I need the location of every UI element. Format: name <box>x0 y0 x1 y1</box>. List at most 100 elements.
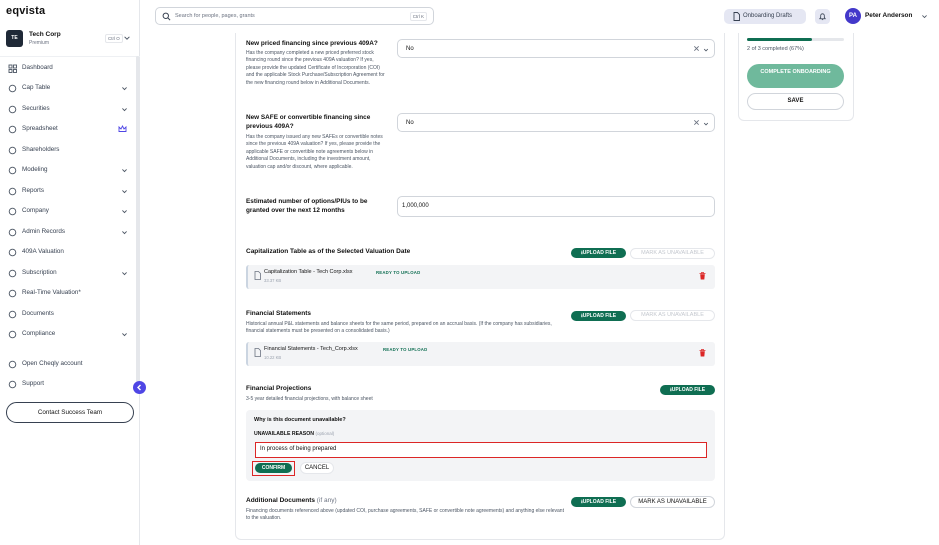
sidebar-item-shareholders[interactable]: Shareholders <box>8 144 128 158</box>
reports-icon <box>8 187 17 196</box>
sidebar-item-documents[interactable]: Documents <box>8 308 128 322</box>
priced-financing-help: Has the company completed a new priced p… <box>246 50 385 86</box>
onboarding-drafts-button[interactable]: Onboarding Drafts <box>724 9 806 24</box>
priced-financing-select[interactable]: No <box>397 39 715 58</box>
additional-documents-mark-unavailable-button[interactable]: MARK AS UNAVAILABLE <box>630 496 715 508</box>
additional-documents-upload-button[interactable]: ⭳UPLOAD FILE <box>571 497 626 507</box>
search-placeholder: Search for people, pages, grants <box>175 13 255 19</box>
chevron-down-icon <box>703 122 709 126</box>
safe-financing-question: New SAFE or convertible financing since … <box>246 114 371 130</box>
sidebar-item-label: Cap Table <box>22 84 51 91</box>
additional-documents-title: Additional Documents (if any) <box>246 497 337 504</box>
sidebar-item-label: Reports <box>22 187 45 194</box>
company-icon <box>8 207 17 216</box>
sidebar-item-label: Spreadsheet <box>22 125 58 132</box>
company-plan: Premium <box>29 40 50 46</box>
onboarding-drafts-label: Onboarding Drafts <box>743 13 793 19</box>
financial-statements-upload-button[interactable]: ⭳UPLOAD FILE <box>571 311 626 321</box>
chevron-down-icon <box>122 169 127 173</box>
file-name: Financial Statements - Tech_Corp.xlsx <box>264 346 358 352</box>
sidebar-item-real-time-valuation[interactable]: Real-Time Valuation* <box>8 287 128 301</box>
sidebar-item-support[interactable]: Support <box>8 378 128 392</box>
user-name[interactable]: Peter Anderson <box>865 12 912 19</box>
clear-icon[interactable] <box>693 119 700 126</box>
file-status: READY TO UPLOAD <box>376 270 421 275</box>
cap-table-upload-button[interactable]: ⭳UPLOAD FILE <box>571 248 626 258</box>
dashboard-icon <box>8 64 17 73</box>
documents-icon <box>8 310 17 319</box>
chevron-down-icon <box>122 87 127 91</box>
sidebar-item-reports[interactable]: Reports <box>8 185 128 199</box>
valuation-icon <box>8 248 17 257</box>
app-logo[interactable]: eqvista <box>6 5 45 17</box>
cap-table-mark-unavailable-button[interactable]: MARK AS UNAVAILABLE <box>630 248 715 259</box>
sidebar-item-open-cheqly-account[interactable]: Open Cheqly account <box>8 358 128 372</box>
progress-bar <box>747 38 812 41</box>
trash-icon[interactable] <box>699 272 706 280</box>
sidebar-item-cap-table[interactable]: Cap Table <box>8 82 128 96</box>
sidebar-item-label: Securities <box>22 105 50 112</box>
company-switcher[interactable]: TE Tech Corp Premium Ctrl O <box>6 30 134 50</box>
sidebar-item-spreadsheet[interactable]: Spreadsheet <box>8 123 128 137</box>
save-button[interactable]: SAVE <box>747 93 844 110</box>
confirm-button[interactable]: CONFIRM <box>255 463 292 473</box>
search-input[interactable]: Search for people, pages, grants Ctrl K <box>155 7 434 25</box>
modeling-icon <box>8 166 17 175</box>
priced-financing-question: New priced financing since previous 409A… <box>246 40 378 47</box>
sidebar: eqvista TE Tech Corp Premium Ctrl O Dash… <box>0 0 140 545</box>
collapse-sidebar-button[interactable] <box>133 381 146 394</box>
sidebar-item-label: Compliance <box>22 330 56 337</box>
financial-projections-upload-button[interactable]: ⭳UPLOAD FILE <box>660 385 715 395</box>
user-avatar[interactable]: PA <box>845 8 861 24</box>
sidebar-item-company[interactable]: Company <box>8 205 128 219</box>
sidebar-item-dashboard[interactable]: Dashboard <box>8 62 128 76</box>
chevron-down-icon <box>122 190 127 194</box>
document-icon <box>733 12 740 21</box>
unavailable-reason-label-text: UNAVAILABLE REASON <box>254 431 315 437</box>
trash-icon[interactable] <box>699 349 706 357</box>
contact-success-team-button[interactable]: Contact Success Team <box>6 402 134 423</box>
unavailable-reason-label: UNAVAILABLE REASON (optional) <box>254 431 334 437</box>
upload-label: UPLOAD FILE <box>582 499 617 505</box>
sidebar-scrollbar[interactable] <box>136 56 139 386</box>
safe-financing-value: No <box>406 120 414 126</box>
company-name: Tech Corp <box>29 31 61 38</box>
sidebar-item-label: Support <box>22 380 45 387</box>
securities-icon <box>8 105 17 114</box>
file-size: 10.22 KB <box>264 355 282 360</box>
sidebar-item-admin-records[interactable]: Admin Records <box>8 226 128 240</box>
upload-label: UPLOAD FILE <box>582 250 617 256</box>
notifications-button[interactable] <box>815 9 830 24</box>
financial-statements-file-row: Financial Statements - Tech_Corp.xlsx 10… <box>246 342 715 366</box>
options-estimate-input[interactable]: 1,000,000 <box>397 196 715 217</box>
top-header: Search for people, pages, grants Ctrl K … <box>140 0 939 33</box>
complete-onboarding-button[interactable]: COMPLETE ONBOARDING <box>747 64 844 88</box>
chevron-down-icon <box>122 108 127 112</box>
additional-documents-desc: Financing documents referenced above (up… <box>246 508 564 522</box>
sidebar-item-label: Real-Time Valuation* <box>22 289 81 296</box>
chevron-down-icon[interactable] <box>921 13 928 20</box>
sidebar-item-label: Subscription <box>22 269 57 276</box>
search-shortcut: Ctrl K <box>409 12 427 21</box>
search-icon <box>162 12 171 21</box>
sidebar-item-modeling[interactable]: Modeling <box>8 164 128 178</box>
safe-financing-help: Has the company issued any new SAFEs or … <box>246 134 383 170</box>
financial-statements-mark-unavailable-button[interactable]: MARK AS UNAVAILABLE <box>630 310 715 321</box>
sidebar-item-compliance[interactable]: Compliance <box>8 328 128 342</box>
sidebar-item-409a-valuation[interactable]: 409A Valuation <box>8 246 128 260</box>
financial-projections-desc: 3-5 year detailed financial projections,… <box>246 396 373 402</box>
clear-icon[interactable] <box>693 45 700 52</box>
support-icon <box>8 380 17 389</box>
safe-financing-select[interactable]: No <box>397 113 715 132</box>
sidebar-item-label: Shareholders <box>22 146 60 153</box>
sidebar-item-securities[interactable]: Securities <box>8 103 128 117</box>
bell-icon <box>819 13 826 21</box>
cancel-button[interactable]: CANCEL <box>300 462 334 474</box>
sidebar-item-label: Dashboard <box>22 64 53 71</box>
company-badge: TE <box>6 30 23 47</box>
optional-hint: (if any) <box>316 497 337 504</box>
sidebar-item-subscription[interactable]: Subscription <box>8 267 128 281</box>
file-size: 33.37 KB <box>264 278 282 283</box>
unavailable-reason-input[interactable]: In process of being prepared <box>255 442 707 458</box>
sidebar-item-label: Documents <box>22 310 54 317</box>
